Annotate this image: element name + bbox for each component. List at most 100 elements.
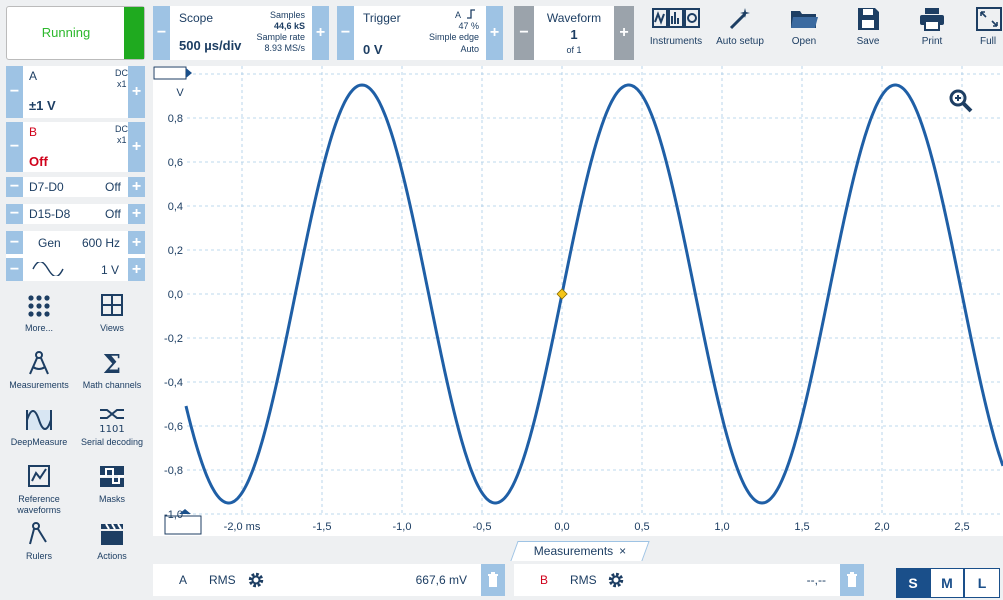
digital-d15-d8-increase-button[interactable]: + [128, 204, 145, 224]
svg-text:1101: 1101 [99, 424, 124, 434]
trigger-level-decrease-button[interactable]: − [337, 6, 354, 60]
y-tick-label: 0,0 [168, 289, 183, 301]
measurement-a-type: RMS [209, 573, 236, 587]
y-tick-label: 0,8 [168, 113, 183, 125]
waveform-count: of 1 [566, 45, 582, 55]
y-tick-label: 0,4 [168, 201, 183, 213]
trigger-type: Simple edge [428, 32, 479, 42]
measurement-b-channel: B [540, 573, 549, 587]
clapperboard-icon [101, 523, 123, 545]
waveform-title: Waveform [546, 11, 602, 25]
masks-button[interactable]: Masks [75, 463, 149, 505]
measurement-row-a[interactable]: A RMS 667,6 mV [153, 564, 505, 596]
plot-area[interactable]: 1,0 0,8 0,6 0,4 0,2 0,0 -0,2 -0,4 -0,6 -0,8 -1,0 -2… [153, 66, 1003, 536]
trigger-marker[interactable] [556, 288, 568, 300]
trash-icon [847, 572, 857, 587]
channel-a-decrease-button[interactable]: − [6, 66, 23, 118]
scope-panel[interactable]: − Scope 500 µs/div Samples 44,6 kS Sampl… [153, 6, 329, 60]
close-icon[interactable]: × [619, 544, 626, 558]
reference-waveforms-button[interactable]: Reference waveforms [2, 463, 76, 516]
zoom-icon[interactable] [948, 88, 974, 114]
trigger-source: A [454, 10, 461, 20]
x-tick-label: 2,5 [954, 521, 969, 533]
digital-d15-d8-name: D15-D8 [29, 207, 71, 221]
size-l-button[interactable]: L [964, 568, 1000, 598]
y-axis-unit: V [176, 87, 184, 99]
trigger-level-increase-button[interactable]: + [486, 6, 503, 60]
generator-frequency: 600 Hz [82, 236, 121, 250]
channel-b-coupling: DC [115, 124, 128, 134]
channel-a-probe: x1 [117, 79, 127, 89]
fullscreen-button[interactable]: Full [964, 6, 1003, 56]
axis-top-handle-arrow [186, 68, 192, 78]
generator-panel[interactable]: − Gen 600 Hz + − 1 V + [6, 231, 145, 281]
channel-a-increase-button[interactable]: + [128, 66, 145, 118]
timebase-decrease-button[interactable]: − [153, 6, 170, 60]
print-button[interactable]: Print [900, 6, 964, 56]
deepmeasure-icon [26, 410, 52, 430]
generator-amplitude: 1 V [101, 263, 120, 277]
measurement-row-b[interactable]: B RMS --,-- [514, 564, 864, 596]
size-s-button[interactable]: S [896, 568, 930, 598]
math-channels-button[interactable]: Σ Math channels [75, 349, 149, 391]
measurement-a-value: 667,6 mV [415, 573, 467, 587]
waveform-panel[interactable]: − Waveform 1 of 1 + [514, 6, 634, 60]
y-tick-label: 0,2 [168, 245, 183, 257]
generator-frequency-increase-button[interactable]: + [128, 231, 145, 254]
trigger-mode: Auto [460, 44, 479, 54]
axis-top-handle[interactable] [153, 66, 187, 80]
more-button[interactable]: More... [2, 292, 76, 334]
open-button[interactable]: Open [772, 6, 836, 56]
digital-d15-d8-panel[interactable]: − D15-D8 Off + [6, 204, 145, 224]
auto-setup-button[interactable]: Auto setup [708, 6, 772, 56]
measurement-b-type: RMS [570, 573, 597, 587]
channel-b-increase-button[interactable]: + [128, 122, 145, 172]
measurement-a-delete-button[interactable] [481, 564, 505, 596]
gear-icon[interactable] [247, 571, 265, 589]
samples-value: 44,6 kS [273, 21, 305, 31]
waveform-next-button[interactable]: + [614, 6, 634, 60]
save-button[interactable]: Save [836, 6, 900, 56]
x-tick-label: 1,0 [714, 521, 729, 533]
channel-a-panel[interactable]: − A DC x1 ±1 V + [6, 66, 145, 118]
timebase-increase-button[interactable]: + [312, 6, 329, 60]
actions-button[interactable]: Actions [75, 520, 149, 562]
scope-title: Scope [179, 11, 214, 25]
x-tick-label: 1,5 [794, 521, 809, 533]
rulers-button[interactable]: Rulers [2, 520, 76, 562]
size-m-button[interactable]: M [930, 568, 964, 598]
gear-icon[interactable] [607, 571, 625, 589]
sample-rate-label: Sample rate [256, 32, 305, 42]
instruments-button[interactable]: Instruments [644, 6, 708, 56]
channel-b-range: Off [29, 154, 48, 169]
digital-d7-d0-increase-button[interactable]: + [128, 177, 145, 197]
views-button[interactable]: Views [75, 292, 149, 334]
sample-rate-value: 8.93 MS/s [264, 43, 305, 53]
save-icon [858, 8, 879, 30]
measurements-tab[interactable]: Measurements × [510, 541, 650, 561]
oscilloscope-chart[interactable]: 1,0 0,8 0,6 0,4 0,2 0,0 -0,2 -0,4 -0,6 -0,8 -1,0 -2… [153, 66, 1003, 536]
measurement-b-delete-button[interactable] [840, 564, 864, 596]
generator-amplitude-decrease-button[interactable]: − [6, 258, 23, 281]
masks-label: Masks [98, 494, 125, 504]
deepmeasure-button[interactable]: DeepMeasure [2, 406, 76, 448]
measurement-a-channel: A [179, 573, 188, 587]
fullscreen-label: Full [980, 36, 997, 47]
run-status-button[interactable]: Running [6, 6, 145, 60]
serial-decoding-button[interactable]: 1101 Serial decoding [75, 406, 149, 448]
deepmeasure-label: DeepMeasure [10, 437, 68, 447]
trigger-panel[interactable]: − Trigger 0 V A 47 % Simple edge Auto + [337, 6, 503, 60]
channel-b-panel[interactable]: − B DC x1 Off + [6, 122, 145, 172]
measurements-tool-button[interactable]: Measurements [2, 349, 76, 391]
digital-d7-d0-decrease-button[interactable]: − [6, 177, 23, 197]
digital-d15-d8-decrease-button[interactable]: − [6, 204, 23, 224]
waveform-previous-button[interactable]: − [514, 6, 534, 60]
more-label: More... [24, 323, 53, 333]
generator-frequency-decrease-button[interactable]: − [6, 231, 23, 254]
generator-amplitude-increase-button[interactable]: + [128, 258, 145, 281]
x-tick-label: -1,5 [313, 521, 332, 533]
digital-d7-d0-panel[interactable]: − D7-D0 Off + [6, 177, 145, 197]
channel-b-decrease-button[interactable]: − [6, 122, 23, 172]
trigger-percent: 47 % [458, 21, 479, 31]
scope-timebase: 500 µs/div [179, 38, 242, 53]
